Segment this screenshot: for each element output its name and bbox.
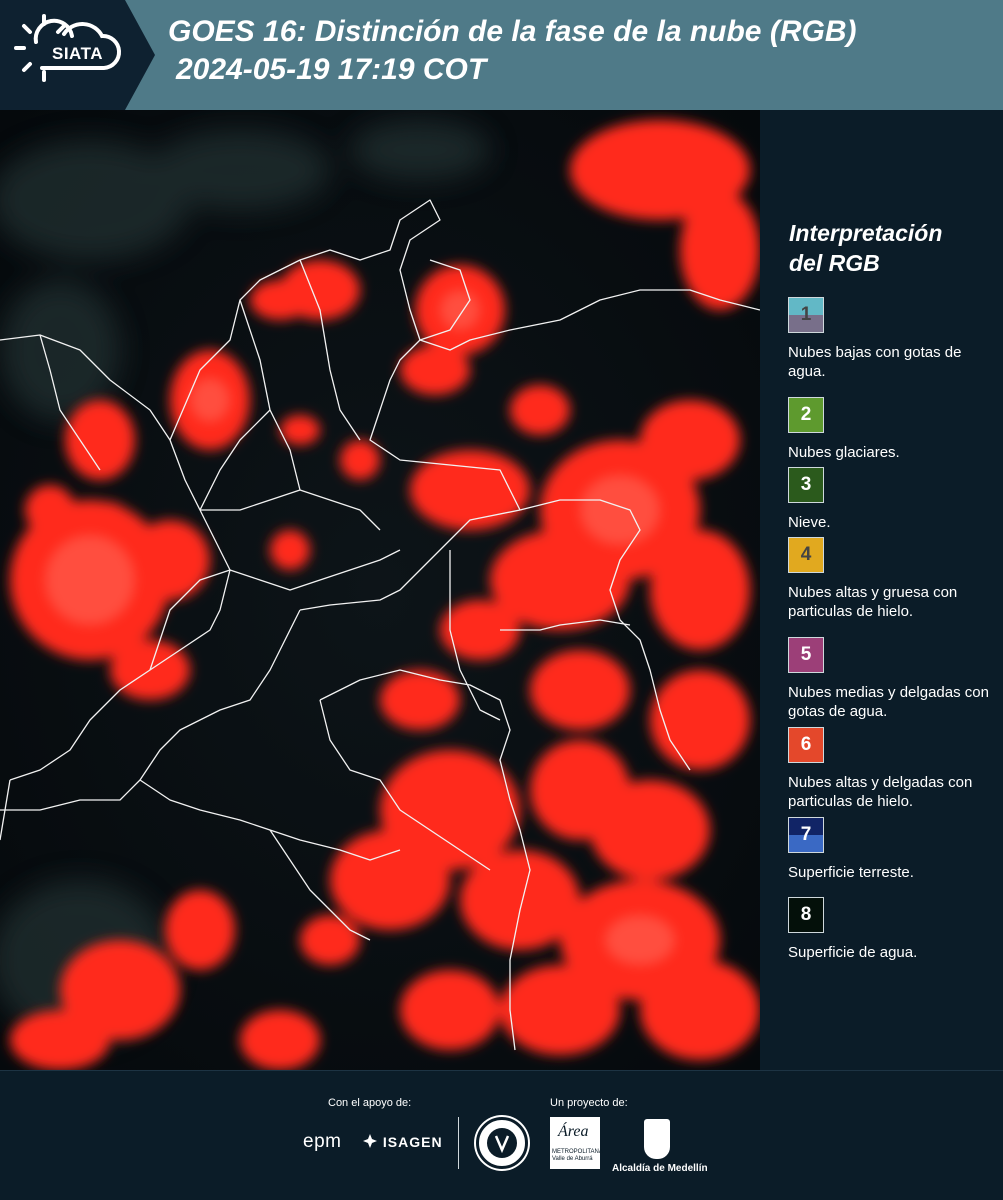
legend-label: Nubes bajas con gotas de agua. <box>788 344 962 380</box>
project-label: Un proyecto de: <box>550 1097 628 1109</box>
area-logo-subtext: METROPOLITANA Valle de Aburrá <box>552 1149 603 1162</box>
page-title: GOES 16: Distinción de la fase de la nub… <box>168 15 857 48</box>
legend-label: Nubes altas y gruesa con particulas de h… <box>788 584 958 620</box>
legend-label: Superficie de agua. <box>788 944 918 961</box>
legend-number: 5 <box>800 644 812 665</box>
legend-panel: Interpretación del RGB 1 Nubes bajas con … <box>760 110 1003 1070</box>
legend-item: 5 Nubes medias y delgadas con gotas de ag… <box>788 637 1003 721</box>
footer-divider <box>458 1117 459 1169</box>
legend-swatch: 8 <box>788 897 824 933</box>
seal-emblem <box>487 1128 517 1158</box>
area-metropolitana-logo: Área METROPOLITANA Valle de Aburrá <box>550 1117 603 1169</box>
page-timestamp: 2024-05-19 17:19 COT <box>176 53 487 86</box>
coat-of-arms-icon <box>644 1119 670 1159</box>
legend-number: 4 <box>800 544 812 565</box>
legend-number: 2 <box>800 404 812 425</box>
satellite-map <box>0 110 760 1070</box>
legend-title-line1: Interpretación <box>789 220 943 246</box>
legend-item: 6 Nubes altas y delgadas con particulas d… <box>788 727 1003 811</box>
footer: Con el apoyo de: Un proyecto de: epm ISA… <box>0 1070 1003 1200</box>
epm-logo: epm <box>303 1131 342 1152</box>
legend-item: 7 Superficie terreste. <box>788 817 1003 882</box>
legend-label: Nubes medias y delgadas con gotas de agu… <box>788 684 989 720</box>
legend-label: Nubes glaciares. <box>788 444 900 461</box>
legend-title-line2: del RGB <box>789 250 880 276</box>
satellite-image <box>0 110 760 1070</box>
legend-item: 4 Nubes altas y gruesa con particulas de … <box>788 537 1003 621</box>
medellin-logo-text: Alcaldía de Medellín <box>612 1163 708 1174</box>
legend-label: Superficie terreste. <box>788 864 914 881</box>
legend-item: 2 Nubes glaciares. <box>788 397 1003 462</box>
legend-swatch: 3 <box>788 467 824 503</box>
legend-label: Nubes altas y delgadas con particulas de… <box>788 774 973 810</box>
legend-swatch: 1 <box>788 297 824 333</box>
header-bar: SIATA GOES 16: Distinción de la fase de … <box>0 0 1003 110</box>
legend-swatch: 6 <box>788 727 824 763</box>
legend-item: 1 Nubes bajas con gotas de agua. <box>788 297 1003 381</box>
legend-number: 7 <box>800 824 812 845</box>
isagen-logo-icon <box>363 1134 377 1148</box>
legend-swatch: 5 <box>788 637 824 673</box>
legend-item: 8 Superficie de agua. <box>788 897 1003 962</box>
logo-text: SIATA <box>52 44 103 63</box>
legend-item: 3 Nieve. <box>788 467 1003 532</box>
legend-swatch: 7 <box>788 817 824 853</box>
legend-number: 3 <box>800 474 812 495</box>
legend-swatch: 2 <box>788 397 824 433</box>
isagen-text: ISAGEN <box>382 1134 443 1150</box>
area-logo-text: Área <box>558 1123 589 1140</box>
legend-label: Nieve. <box>788 514 831 531</box>
legend-number: 6 <box>800 734 812 755</box>
legend-swatch: 4 <box>788 537 824 573</box>
legend-title: Interpretación del RGB <box>789 218 942 278</box>
isagen-logo: ISAGEN <box>362 1133 443 1150</box>
siata-logo: SIATA <box>0 0 155 110</box>
legend-number: 8 <box>800 904 812 925</box>
support-label: Con el apoyo de: <box>328 1097 412 1109</box>
legend-number: 1 <box>800 304 812 325</box>
seal-icon <box>476 1117 528 1169</box>
